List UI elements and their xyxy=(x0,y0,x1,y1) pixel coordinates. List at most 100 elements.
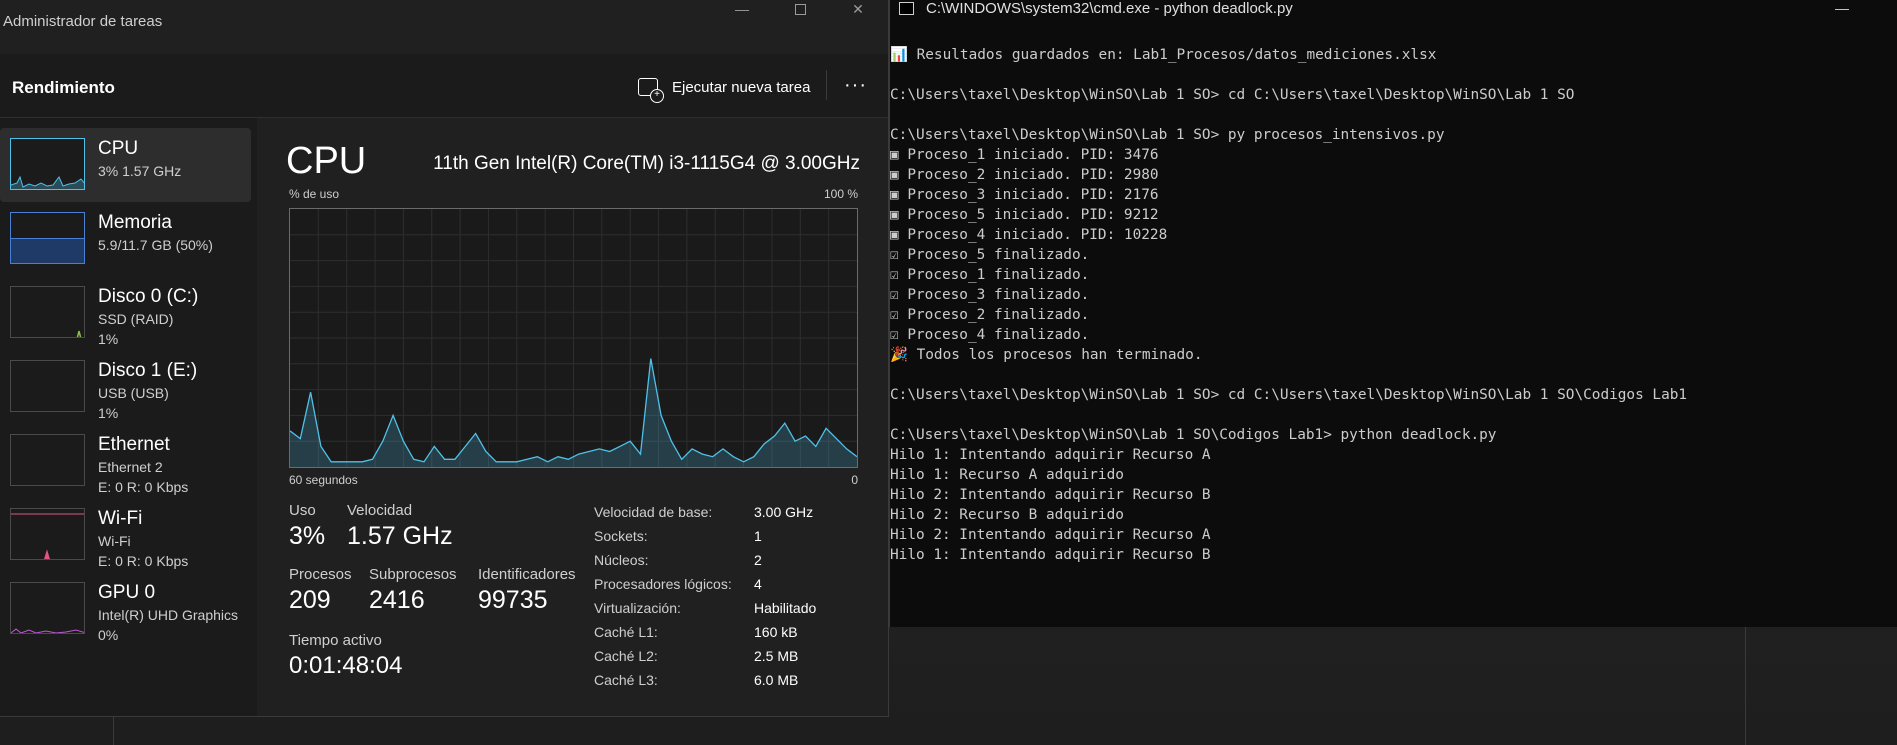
terminal-line: ☑ Proceso_2 finalizado. xyxy=(890,307,1090,323)
detail-value: 4 xyxy=(754,576,762,592)
detail-key: Procesadores lógicos: xyxy=(594,576,732,592)
desktop-divider xyxy=(113,717,114,745)
sidebar-item-name: Memoria xyxy=(98,212,172,233)
sidebar-item-name: Disco 0 (C:) xyxy=(98,286,199,307)
cpu-details-panel: CPU 11th Gen Intel(R) Core(TM) i3-1115G4… xyxy=(257,118,888,716)
terminal-line: ☑ Proceso_5 finalizado. xyxy=(890,247,1090,263)
detail-key: Caché L3: xyxy=(594,672,658,688)
handles-label: Identificadores xyxy=(478,566,576,583)
cpu-thumbnail-graph xyxy=(11,175,84,189)
processes-value: 209 xyxy=(289,586,331,614)
page-title: Rendimiento xyxy=(12,78,115,97)
terminal-line: Hilo 1: Intentando adquirir Recurso A xyxy=(890,447,1211,463)
performance-sidebar: CPU 3% 1.57 GHz Memoria 5.9/11.7 GB (50%… xyxy=(0,118,257,716)
sidebar-item-name: GPU 0 xyxy=(98,582,156,603)
memory-thumbnail xyxy=(10,212,85,264)
detail-value: 2.5 MB xyxy=(754,648,799,664)
sidebar-item-name: Disco 1 (E:) xyxy=(98,360,198,381)
memory-fill xyxy=(11,238,84,263)
wifi-thumbnail xyxy=(10,508,85,560)
usage-label: Uso xyxy=(289,502,316,519)
sidebar-item-throughput: E: 0 R: 0 Kbps xyxy=(98,479,189,495)
terminal-line: C:\Users\taxel\Desktop\WinSO\Lab 1 SO> p… xyxy=(890,127,1445,143)
detail-key: Virtualización: xyxy=(594,600,681,616)
cmd-title-bar: C:\WINDOWS\system32\cmd.exe - python dea… xyxy=(890,0,1897,20)
task-manager-window: Administrador de tareas — ✕ Rendimiento … xyxy=(0,0,889,717)
cpu-heading: CPU xyxy=(286,140,367,182)
disk-1-thumbnail xyxy=(10,360,85,412)
header-divider xyxy=(826,70,827,100)
run-new-task-label: Ejecutar nueva tarea xyxy=(672,78,811,96)
cmd-minimize-button[interactable]: — xyxy=(1835,0,1849,16)
threads-label: Subprocesos xyxy=(369,566,457,583)
terminal-line: ☑ Proceso_1 finalizado. xyxy=(890,267,1090,283)
sidebar-item-throughput: E: 0 R: 0 Kbps xyxy=(98,553,189,569)
detail-value: 1 xyxy=(754,528,762,544)
sidebar-item-usage: 1% xyxy=(98,331,119,347)
sidebar-item-memory[interactable]: Memoria 5.9/11.7 GB (50%) xyxy=(0,202,251,276)
gpu-0-thumbnail-graph xyxy=(11,628,84,633)
terminal-line: Hilo 2: Recurso B adquirido xyxy=(890,507,1124,523)
terminal-line: ☑ Proceso_3 finalizado. xyxy=(890,287,1090,303)
usage-value: 3% xyxy=(289,522,326,550)
terminal-line: C:\Users\taxel\Desktop\WinSO\Lab 1 SO> c… xyxy=(890,387,1688,403)
sidebar-item-disk-1[interactable]: Disco 1 (E:) USB (USB) 1% xyxy=(0,350,251,424)
sidebar-item-ethernet[interactable]: Ethernet Ethernet 2 E: 0 R: 0 Kbps xyxy=(0,424,251,498)
window-title: Administrador de tareas xyxy=(3,13,163,30)
sidebar-item-detail: SSD (RAID) xyxy=(98,311,174,327)
cpu-usage-graph xyxy=(289,208,858,468)
sidebar-item-detail: Wi-Fi xyxy=(98,533,131,549)
sidebar-item-wifi[interactable]: Wi-Fi Wi-Fi E: 0 R: 0 Kbps xyxy=(0,498,251,572)
terminal-icon xyxy=(899,2,914,15)
more-options-button[interactable]: ··· xyxy=(844,74,867,97)
close-icon: ✕ xyxy=(852,0,864,17)
sidebar-item-name: CPU xyxy=(98,138,139,159)
run-new-task-button[interactable]: Ejecutar nueva tarea xyxy=(638,74,811,103)
terminal-line: C:\Users\taxel\Desktop\WinSO\Lab 1 SO> c… xyxy=(890,87,1575,103)
sidebar-item-name: Wi-Fi xyxy=(98,508,143,529)
page-header: Rendimiento Ejecutar nueva tarea ··· xyxy=(0,54,888,118)
detail-key: Velocidad de base: xyxy=(594,504,713,520)
close-button[interactable]: ✕ xyxy=(828,0,888,18)
wifi-thumbnail-graph xyxy=(11,513,84,559)
terminal-line: ▣ Proceso_5 iniciado. PID: 9212 xyxy=(890,207,1159,223)
detail-value: 160 kB xyxy=(754,624,798,640)
detail-value: Habilitado xyxy=(754,600,817,616)
sidebar-item-usage: 0% xyxy=(98,627,119,643)
terminal-line: 🎉 Todos los procesos han terminado. xyxy=(890,347,1203,363)
terminal-line: Hilo 2: Intentando adquirir Recurso B xyxy=(890,487,1211,503)
uptime-value: 0:01:48:04 xyxy=(289,652,403,679)
maximize-button[interactable] xyxy=(770,0,830,18)
detail-key: Caché L2: xyxy=(594,648,658,664)
sidebar-item-detail: USB (USB) xyxy=(98,385,169,401)
uptime-label: Tiempo activo xyxy=(289,632,382,649)
desktop-divider xyxy=(1745,627,1746,745)
handles-value: 99735 xyxy=(478,586,548,614)
detail-value: 2 xyxy=(754,552,762,568)
title-bar: Administrador de tareas — ✕ xyxy=(0,0,888,54)
run-task-icon xyxy=(638,78,664,103)
terminal-output[interactable]: 📊 Resultados guardados en: Lab1_Procesos… xyxy=(890,45,1897,565)
terminal-line: ▣ Proceso_4 iniciado. PID: 10228 xyxy=(890,227,1168,243)
minimize-icon: — xyxy=(1835,0,1849,16)
minimize-button[interactable]: — xyxy=(712,0,772,18)
threads-value: 2416 xyxy=(369,586,425,614)
processes-label: Procesos xyxy=(289,566,352,583)
sidebar-item-cpu[interactable]: CPU 3% 1.57 GHz xyxy=(0,128,251,202)
sidebar-item-gpu-0[interactable]: GPU 0 Intel(R) UHD Graphics 0% xyxy=(0,572,251,646)
terminal-line: ☑ Proceso_4 finalizado. xyxy=(890,327,1090,343)
cmd-window-title: C:\WINDOWS\system32\cmd.exe - python dea… xyxy=(926,0,1293,17)
detail-key: Núcleos: xyxy=(594,552,649,568)
speed-value: 1.57 GHz xyxy=(347,522,453,550)
terminal-line: ▣ Proceso_1 iniciado. PID: 3476 xyxy=(890,147,1159,163)
terminal-line: Hilo 1: Recurso A adquirido xyxy=(890,467,1124,483)
graph-y-label: % de uso xyxy=(289,187,340,201)
maximize-icon xyxy=(794,3,806,15)
sidebar-item-disk-0[interactable]: Disco 0 (C:) SSD (RAID) 1% xyxy=(0,276,251,350)
graph-x-label: 60 segundos xyxy=(289,473,358,487)
sidebar-item-name: Ethernet xyxy=(98,434,170,455)
sidebar-item-usage: 1% xyxy=(98,405,119,421)
